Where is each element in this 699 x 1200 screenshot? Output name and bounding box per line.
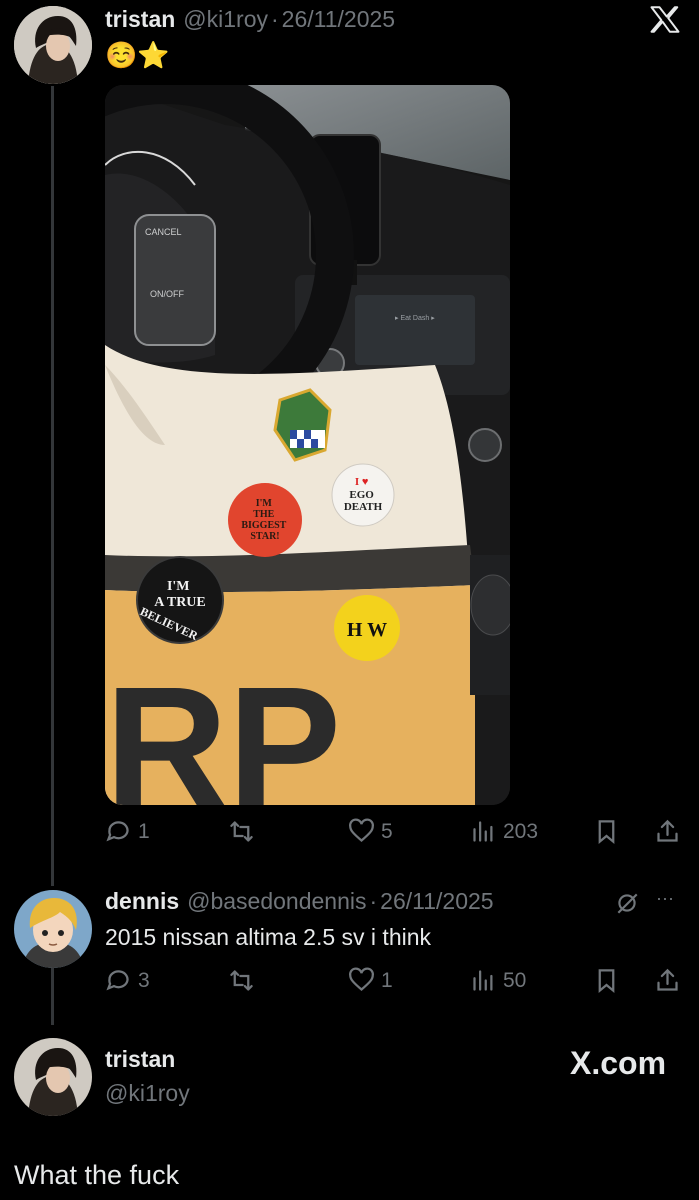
svg-text:▸ Eat Dash ▸: ▸ Eat Dash ▸ [395, 315, 435, 322]
author-name[interactable]: tristan [105, 1046, 175, 1073]
author-name[interactable]: dennis [105, 888, 179, 915]
reply-button[interactable]: 3 [105, 967, 150, 994]
avatar[interactable] [14, 1038, 92, 1116]
views-icon [473, 970, 493, 991]
separator: · [369, 888, 378, 914]
post-image[interactable]: ▸ Eat Dash ▸ CANCEL ON/OFF RP I'M THE BI… [105, 85, 510, 805]
more-options-button[interactable]: ··· [656, 888, 674, 909]
reply-button[interactable]: 1 [105, 818, 150, 845]
thread-line [51, 965, 54, 1025]
heart-icon [349, 818, 374, 842]
thread-line [51, 86, 54, 886]
author-name[interactable]: tristan [105, 6, 175, 33]
bag-letters: RP [105, 652, 341, 805]
share-icon [657, 968, 678, 991]
views-button[interactable]: 50 [470, 967, 526, 994]
grok-icon[interactable] [614, 890, 640, 921]
post-text: What the fuck [14, 1160, 180, 1190]
xcom-watermark: X.com [570, 1045, 667, 1081]
reply-text: 2015 nissan altima 2.5 sv i think [105, 924, 432, 950]
steering-onoff-label: ON/OFF [150, 289, 184, 299]
share-icon [657, 819, 678, 842]
author-handle[interactable]: @ki1roy [183, 6, 268, 33]
like-count: 1 [381, 968, 393, 992]
heart-icon [349, 967, 374, 991]
view-count: 50 [503, 968, 527, 992]
x-logo-icon [650, 6, 680, 38]
view-count: 203 [503, 819, 539, 843]
repost-icon [230, 970, 253, 991]
avatar[interactable] [14, 890, 92, 968]
views-icon [473, 821, 493, 842]
bookmark-icon [598, 820, 615, 845]
views-button[interactable]: 203 [470, 818, 538, 845]
reply-count: 3 [138, 968, 150, 992]
post-header: tristan @ki1roy · 26/11/2025 [105, 6, 395, 33]
author-handle[interactable]: @basedondennis [187, 888, 366, 915]
like-button[interactable]: 1 [348, 967, 393, 994]
reply-date[interactable]: 26/11/2025 [380, 888, 493, 915]
reply-count: 1 [138, 819, 150, 843]
author-handle[interactable]: @ki1roy [105, 1080, 190, 1107]
reply-header: dennis @basedondennis · 26/11/2025 [105, 888, 494, 915]
like-button[interactable]: 5 [348, 818, 393, 845]
bookmark-button[interactable] [593, 818, 626, 845]
comment-icon [106, 821, 129, 842]
bookmark-button[interactable] [593, 967, 626, 994]
bookmark-icon [598, 969, 615, 994]
repost-button[interactable] [228, 818, 261, 845]
like-count: 5 [381, 819, 393, 843]
separator: · [271, 6, 279, 32]
share-button[interactable] [654, 818, 687, 845]
steering-cancel-label: CANCEL [145, 227, 182, 237]
share-button[interactable] [654, 967, 687, 994]
comment-icon [106, 970, 129, 991]
avatar[interactable] [14, 6, 92, 84]
svg-text:H W: H W [347, 619, 387, 641]
repost-icon [230, 821, 253, 842]
post-text: ☺️⭐ [105, 40, 170, 70]
post-date[interactable]: 26/11/2025 [282, 6, 395, 33]
repost-button[interactable] [228, 967, 261, 994]
